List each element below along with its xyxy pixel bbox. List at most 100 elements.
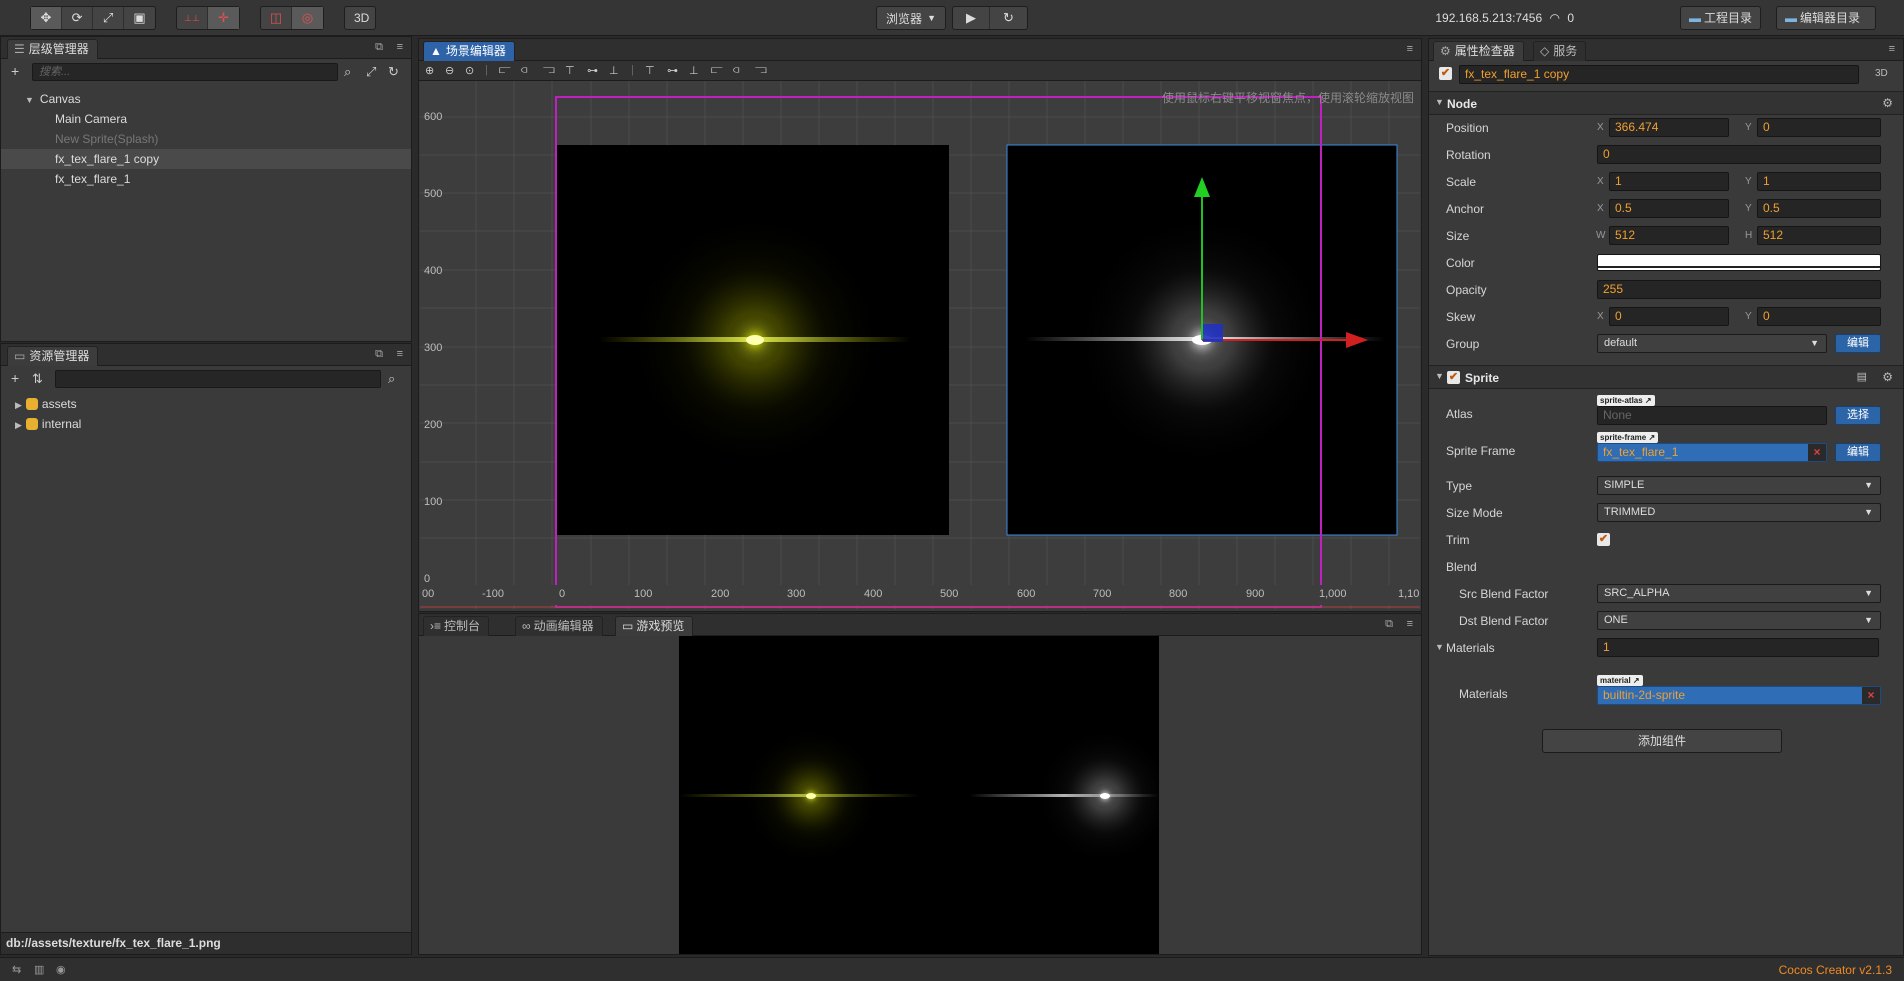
clear-icon[interactable]: × <box>1808 444 1826 461</box>
position-x-input[interactable]: 366.474 <box>1609 118 1729 137</box>
anchor-x-input[interactable]: 0.5 <box>1609 199 1729 218</box>
asset-folder-assets[interactable]: ▶ assets <box>1 394 411 414</box>
dst-blend-select[interactable]: ONE ▼ <box>1597 611 1881 630</box>
menu-icon[interactable]: ≡ <box>1407 618 1413 630</box>
pivot-icon[interactable]: ⊥⊥ <box>177 7 209 29</box>
move-tool-icon[interactable]: ✥ <box>31 7 63 29</box>
size-h-input[interactable]: 512 <box>1757 226 1881 245</box>
play-icon[interactable]: ▶ <box>953 7 991 29</box>
scale-x-input[interactable]: 1 <box>1609 172 1729 191</box>
tab-game-preview[interactable]: ▭ 游戏预览 <box>615 616 694 636</box>
distribute-right-icon[interactable]: ⫎ <box>755 64 767 77</box>
snap-icon[interactable]: ◫ <box>261 7 293 29</box>
tree-node-new-sprite[interactable]: New Sprite(Splash) <box>1 129 411 149</box>
help-doc-icon[interactable]: ▤ <box>1857 370 1867 383</box>
sprite-frame-edit-button[interactable]: 编辑 <box>1835 443 1881 462</box>
popout-icon[interactable]: ⧉ <box>375 41 383 54</box>
game-preview-view[interactable] <box>679 636 1159 954</box>
assets-search-input[interactable] <box>55 370 381 388</box>
scale-tool-icon[interactable]: ⤢ <box>93 7 125 29</box>
world-local-icon[interactable]: ✛ <box>208 7 239 29</box>
add-icon[interactable]: + <box>11 370 19 386</box>
tab-animation[interactable]: ∞ 动画编辑器 <box>515 616 603 636</box>
node-name-input[interactable]: fx_tex_flare_1 copy <box>1459 65 1859 84</box>
sync-icon[interactable]: ⇆ <box>12 963 21 976</box>
tab-console[interactable]: ›≡ 控制台 <box>423 616 490 636</box>
node-active-checkbox[interactable]: ✔ <box>1439 67 1452 80</box>
project-dir-button[interactable]: ▬ 工程目录 <box>1680 6 1762 30</box>
zoom-out-icon[interactable]: ⊖ <box>445 64 454 77</box>
eye-icon[interactable]: ◉ <box>56 963 66 976</box>
size-mode-select[interactable]: TRIMMED ▼ <box>1597 503 1881 522</box>
grid-icon[interactable]: ◎ <box>292 7 323 29</box>
refresh-icon[interactable]: ↻ <box>388 64 399 80</box>
sprite-enabled-checkbox[interactable]: ✔ <box>1447 371 1460 384</box>
asset-folder-internal[interactable]: ▶ internal <box>1 414 411 434</box>
align-vcenter-icon[interactable]: ⊶ <box>587 64 598 77</box>
popout-icon[interactable]: ⧉ <box>375 348 383 361</box>
scene-viewport[interactable]: 使用鼠标右键平移视窗焦点，使用滚轮缩放视图 600 500 400 300 20… <box>420 81 1420 609</box>
distribute-hcenter-icon[interactable]: ⫏ <box>733 64 739 77</box>
atlas-select-button[interactable]: 选择 <box>1835 406 1881 425</box>
node-section-header[interactable]: ▼ Node ⚙ <box>1429 91 1903 115</box>
mode-3d-toggle[interactable]: 3D <box>1875 68 1888 79</box>
tree-node-flare-copy[interactable]: fx_tex_flare_1 copy <box>1 149 411 169</box>
distribute-top-icon[interactable]: ⊤ <box>645 64 655 77</box>
menu-icon[interactable]: ≡ <box>1407 43 1413 55</box>
atlas-field[interactable]: None <box>1597 406 1827 425</box>
skew-x-input[interactable]: 0 <box>1609 307 1729 326</box>
tree-node-canvas[interactable]: ▼ Canvas <box>1 89 411 109</box>
rotation-input[interactable]: 0 <box>1597 145 1881 164</box>
editor-dir-button[interactable]: ▬ 编辑器目录 <box>1776 6 1876 30</box>
menu-icon[interactable]: ≡ <box>397 41 403 53</box>
rect-tool-icon[interactable]: ▣ <box>124 7 155 29</box>
src-blend-select[interactable]: SRC_ALPHA ▼ <box>1597 584 1881 603</box>
group-edit-button[interactable]: 编辑 <box>1835 334 1881 353</box>
add-component-button[interactable]: 添加组件 <box>1542 729 1782 753</box>
popout-icon[interactable]: ⧉ <box>1385 618 1393 631</box>
sprite-section-header[interactable]: ▼ ✔ Sprite ▤ ⚙ <box>1429 365 1903 389</box>
align-bottom-icon[interactable]: ⊥ <box>609 64 619 77</box>
expand-icon[interactable]: ⤢ <box>366 64 376 80</box>
zoom-in-icon[interactable]: ⊕ <box>425 64 434 77</box>
hierarchy-search-input[interactable]: 搜索... <box>32 63 338 81</box>
refresh-icon[interactable]: ↻ <box>990 7 1027 29</box>
color-swatch[interactable] <box>1597 254 1881 271</box>
browser-select[interactable]: 浏览器 ▼ <box>876 6 946 30</box>
distribute-bottom-icon[interactable]: ⊥ <box>689 64 699 77</box>
align-left-icon[interactable]: ⫍ <box>499 64 511 77</box>
search-icon[interactable]: ⌕ <box>344 64 351 80</box>
menu-icon[interactable]: ≡ <box>397 348 403 360</box>
size-w-input[interactable]: 512 <box>1609 226 1729 245</box>
rotate-tool-icon[interactable]: ⟳ <box>62 7 94 29</box>
distribute-left-icon[interactable]: ⫍ <box>711 64 723 77</box>
anchor-y-input[interactable]: 0.5 <box>1757 199 1881 218</box>
group-select[interactable]: default ▼ <box>1597 334 1827 353</box>
tree-node-main-camera[interactable]: Main Camera <box>1 109 411 129</box>
distribute-vcenter-icon[interactable]: ⊶ <box>667 64 678 77</box>
opacity-input[interactable]: 255 <box>1597 280 1881 299</box>
gear-icon[interactable]: ⚙ <box>1882 96 1893 110</box>
align-hcenter-icon[interactable]: ⫏ <box>521 64 527 77</box>
tab-inspector[interactable]: ⚙ 属性检查器 <box>1433 41 1524 61</box>
type-select[interactable]: SIMPLE ▼ <box>1597 476 1881 495</box>
align-top-icon[interactable]: ⊤ <box>565 64 575 77</box>
add-icon[interactable]: + <box>11 63 19 79</box>
scale-y-input[interactable]: 1 <box>1757 172 1881 191</box>
tree-node-flare[interactable]: fx_tex_flare_1 <box>1 169 411 189</box>
trash-icon[interactable]: ▥ <box>34 963 44 976</box>
align-right-icon[interactable]: ⫎ <box>543 64 555 77</box>
tab-assets[interactable]: ▭ 资源管理器 <box>7 346 99 366</box>
material-field[interactable]: builtin-2d-sprite × <box>1597 686 1881 705</box>
tab-scene-editor[interactable]: ▲ 场景编辑器 <box>423 41 515 61</box>
zoom-reset-icon[interactable]: ⊙ <box>465 64 474 77</box>
mode-3d-toggle[interactable]: 3D <box>344 6 376 30</box>
skew-y-input[interactable]: 0 <box>1757 307 1881 326</box>
menu-icon[interactable]: ≡ <box>1889 43 1895 55</box>
sprite-flare-yellow[interactable] <box>557 145 949 535</box>
sort-icon[interactable]: ⇅ <box>32 371 43 387</box>
trim-checkbox[interactable]: ✔ <box>1597 533 1610 546</box>
search-icon[interactable]: ⌕ <box>388 371 395 387</box>
clear-icon[interactable]: × <box>1862 687 1880 704</box>
tab-services[interactable]: ◇ 服务 <box>1533 41 1587 61</box>
